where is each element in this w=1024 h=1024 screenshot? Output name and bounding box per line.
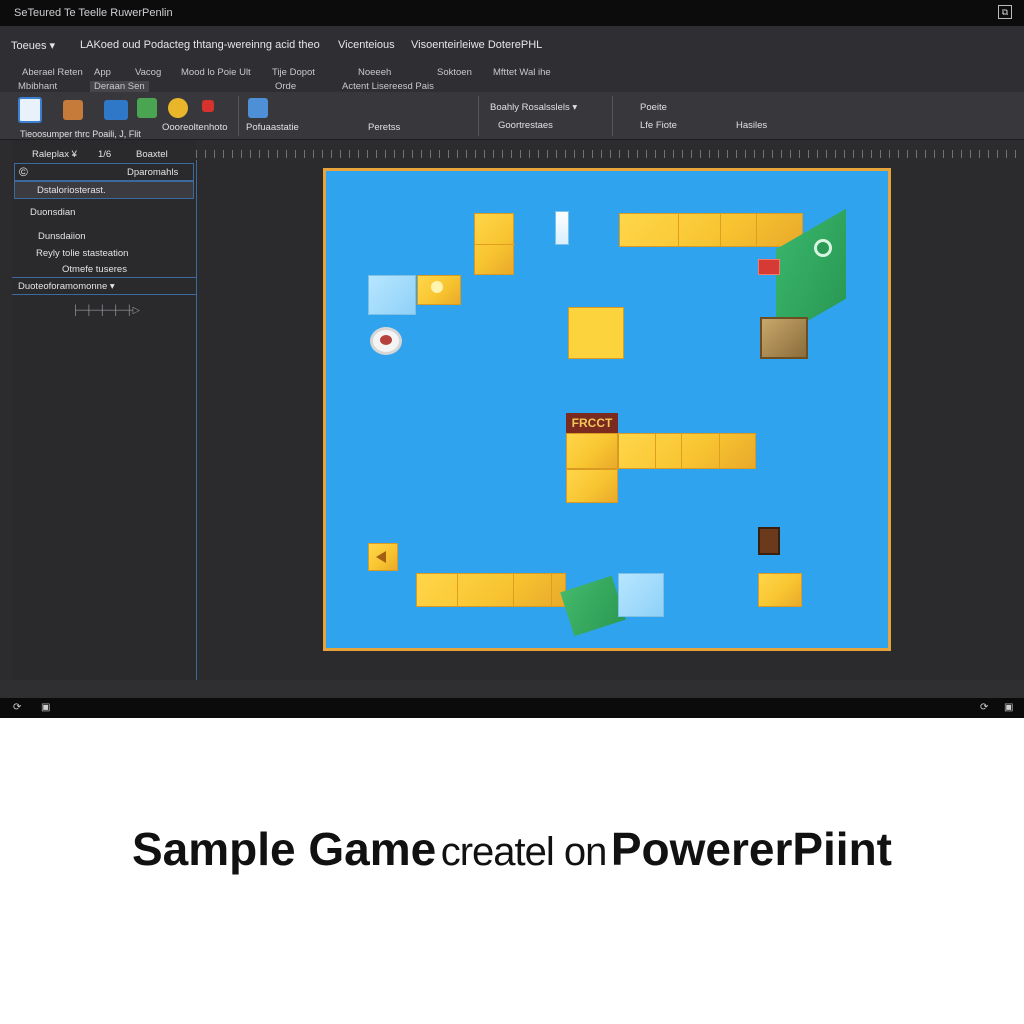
ribbon-group-label: Pofuaastatie — [246, 122, 299, 133]
ice-block — [368, 275, 416, 315]
list-item-label: Dstaloriosterast. — [37, 185, 106, 196]
record-icon[interactable] — [202, 100, 214, 112]
coin-icon[interactable] — [168, 98, 188, 118]
treasure-crate — [760, 317, 808, 359]
menu-bar: Toeues ▾ LAKoed oud Podacteg thtang-were… — [0, 26, 1024, 64]
tab-8[interactable]: Mfttet Wal ihe — [493, 67, 551, 78]
green-flag — [560, 575, 626, 637]
caption-part-3: PowererPiint — [610, 823, 893, 875]
pane-header-label: Raleplax ¥ — [32, 149, 77, 160]
yellow-block — [566, 469, 618, 503]
yellow-block — [758, 573, 802, 607]
monitor-icon[interactable] — [104, 100, 128, 120]
list-item-selected[interactable]: Dstaloriosterast. — [14, 181, 194, 199]
tab-5[interactable]: Tije Dopot — [272, 67, 315, 78]
window-title: SeTeured Te Teelle RuwerPenlin — [14, 7, 173, 19]
ice-block — [618, 573, 664, 617]
tab-row2-3[interactable]: Orde — [275, 81, 296, 92]
window-restore-icon[interactable]: ⧉ — [998, 5, 1012, 19]
ribbon-toolbar: Oooreoltenhoto Pofuaastatie Peretss Boah… — [0, 92, 1024, 140]
ribbon-separator — [478, 96, 479, 136]
pane-header-label-2[interactable]: Boaxtel — [136, 149, 168, 160]
ribbon-small-label[interactable]: Poeite — [640, 102, 667, 113]
yellow-platform-mid — [618, 433, 756, 469]
copyright-icon: © — [19, 165, 28, 179]
caption-part-1: Sample Game — [131, 823, 437, 875]
list-item-label: Duonsdian — [30, 207, 76, 218]
ribbon-caption: Tieoosumper thrc Poaili, J, Flit — [20, 129, 141, 139]
pane-field-value: Duoteoforamomonne ▾ — [18, 281, 115, 292]
tab-7[interactable]: Soktoen — [437, 67, 472, 78]
picture-icon[interactable] — [137, 98, 157, 118]
tab-1[interactable]: Aberael Reten — [22, 67, 83, 78]
shapes-icon[interactable] — [63, 100, 83, 120]
green-ring-icon — [814, 239, 832, 257]
list-item-label: Reyly tolie stasteation — [36, 248, 129, 259]
pane-header: Raleplax ¥ 1/6 Boaxtel — [12, 146, 196, 164]
horizontal-ruler — [196, 146, 1024, 160]
yellow-block — [474, 213, 515, 275]
door-icon — [758, 527, 780, 555]
view-icon[interactable]: ▣ — [1004, 702, 1013, 713]
list-item[interactable]: Dunsdaiion — [12, 228, 196, 246]
pane-dropdown[interactable]: Dparomahls © — [14, 163, 194, 181]
ribbon-separator — [238, 96, 239, 136]
list-item-label: Otmefe tuseres — [62, 264, 127, 275]
caption-part-2: createl on — [440, 830, 608, 874]
list-item-label: Dunsdaiion — [38, 231, 86, 242]
refresh-icon[interactable]: ⟳ — [13, 702, 21, 713]
face-icon — [431, 281, 443, 293]
ribbon-tabs: Aberael Reten App Vacog Mood lo Poie Ult… — [0, 64, 1024, 92]
menu-item-view-powerpoint[interactable]: Visoenteirleiwe DoterePHL — [411, 39, 542, 51]
status-bar: ⟳ ▣ ⟳ ▣ — [0, 698, 1024, 718]
tab-4[interactable]: Mood lo Poie Ult — [181, 67, 251, 78]
powerpoint-window: SeTeured Te Teelle RuwerPenlin ⧉ Toeues … — [0, 0, 1024, 718]
yellow-platform-top — [619, 213, 803, 247]
tab-3[interactable]: Vacog — [135, 67, 161, 78]
new-slide-icon[interactable] — [18, 97, 42, 123]
menu-item-added-products[interactable]: LAKoed oud Podacteg thtang-wereinng acid… — [80, 39, 320, 51]
tab-row2-2-active[interactable]: Deraan Sen — [90, 81, 149, 92]
bottle-item — [555, 211, 569, 245]
ribbon-separator — [612, 96, 613, 136]
red-flag-icon — [758, 259, 780, 275]
sign-label: FRCCT — [566, 413, 618, 433]
ribbon-dropdown[interactable]: Boahly Rosalsslels ▾ — [490, 102, 577, 113]
tab-row2-1[interactable]: Mbibhant — [18, 81, 57, 92]
selection-pane: Raleplax ¥ 1/6 Boaxtel Dparomahls © Dsta… — [12, 140, 196, 698]
timeline-scrubber[interactable]: ├─┼─┼─┼─┼▷ — [12, 302, 196, 320]
menu-item-view[interactable]: Vicenteious — [338, 39, 395, 51]
red-button-icon — [380, 335, 392, 345]
game-slide[interactable]: FRCCT — [323, 168, 891, 651]
yellow-block — [566, 433, 618, 469]
ribbon-group-label: Goortrestaes — [498, 120, 553, 131]
pane-page-count: 1/6 — [98, 149, 112, 160]
tab-row2-4[interactable]: Actent Lisereesd Pais — [342, 81, 434, 92]
refresh-icon[interactable]: ⟳ — [980, 702, 988, 713]
title-bar: SeTeured Te Teelle RuwerPenlin ⧉ — [0, 0, 1024, 26]
ruler-ticks — [196, 150, 1024, 158]
view-icon[interactable]: ▣ — [41, 702, 50, 713]
left-arrow-icon — [376, 551, 386, 563]
ribbon-group-label: Hasiles — [736, 120, 768, 131]
list-item[interactable]: Duonsdian — [12, 204, 196, 222]
tab-2[interactable]: App — [94, 67, 111, 78]
pane-dropdown-value: Dparomahls — [127, 167, 179, 178]
ribbon-group-label: Oooreoltenhoto — [162, 122, 228, 133]
caption: Sample Game createl on PowererPiint — [0, 822, 1024, 876]
yellow-platform-bottom — [416, 573, 566, 607]
yellow-square — [568, 307, 624, 359]
smartart-icon[interactable] — [248, 98, 268, 118]
scrubber-glyphs: ├─┼─┼─┼─┼▷ — [72, 305, 140, 316]
tab-6[interactable]: Noeeeh — [358, 67, 391, 78]
menu-item-tools[interactable]: Toeues ▾ — [11, 39, 55, 52]
ribbon-group-label: Peretss — [368, 122, 401, 133]
pane-field[interactable]: Duoteoforamomonne ▾ — [12, 277, 196, 295]
ribbon-group-label: Lfe Fiote — [640, 120, 677, 131]
notes-bar — [0, 680, 1024, 698]
